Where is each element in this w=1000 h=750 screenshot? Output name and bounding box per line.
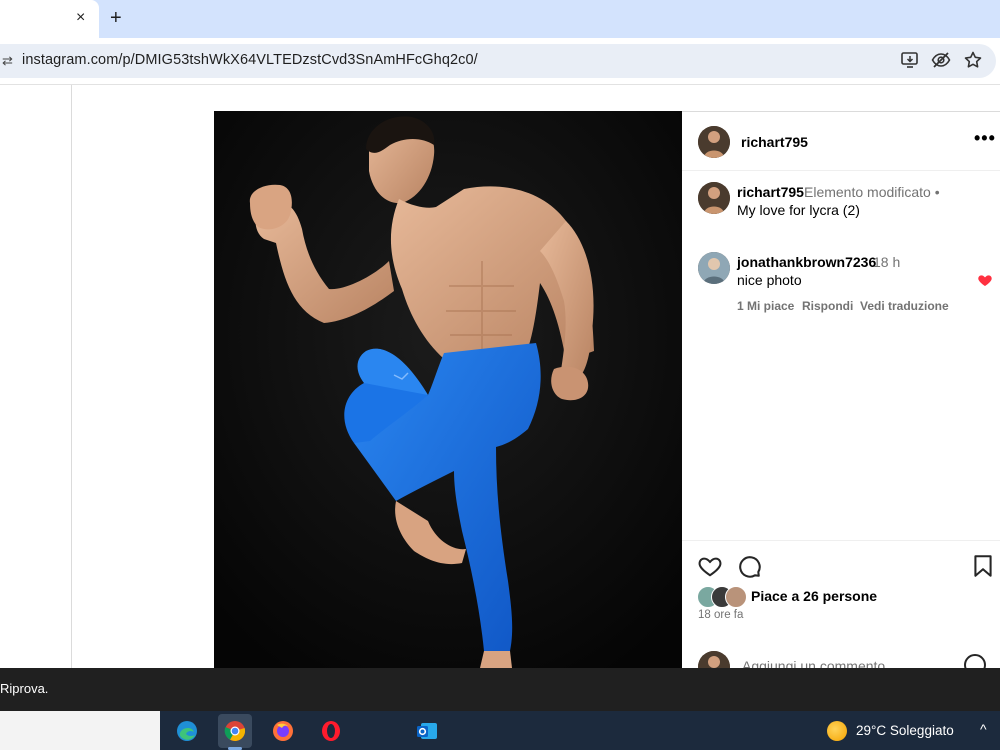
active-tab[interactable]: × bbox=[0, 0, 99, 38]
weather-text[interactable]: 29°C Soleggiato bbox=[856, 723, 954, 738]
comment-avatar[interactable] bbox=[698, 252, 730, 284]
tray-chevron-icon[interactable]: ^ bbox=[980, 721, 987, 737]
author-avatar[interactable] bbox=[698, 126, 730, 158]
edge-app-icon[interactable] bbox=[170, 714, 204, 748]
more-options-icon[interactable]: ••• bbox=[974, 128, 996, 149]
outlook-app-icon[interactable] bbox=[410, 714, 444, 748]
close-tab-icon[interactable]: × bbox=[76, 9, 85, 27]
weather-sun-icon[interactable] bbox=[827, 721, 847, 741]
comment-time: 18 h bbox=[873, 254, 901, 270]
comment-text: nice photo bbox=[737, 272, 802, 288]
sidebar-divider bbox=[71, 85, 72, 668]
tab-strip: × + bbox=[0, 0, 1000, 38]
site-info-icon[interactable]: ⇄ bbox=[2, 53, 13, 69]
taskbar-search[interactable] bbox=[0, 711, 160, 750]
taskbar: 29°C Soleggiato ^ bbox=[0, 711, 1000, 750]
post-detail-panel: richart795 ••• richart795 Elemento modif… bbox=[682, 111, 1000, 683]
toolbar-divider bbox=[0, 84, 1000, 85]
caption-avatar[interactable] bbox=[698, 182, 730, 214]
firefox-app-icon[interactable] bbox=[266, 714, 300, 748]
tracking-protection-icon[interactable] bbox=[931, 50, 951, 70]
bookmark-star-icon[interactable] bbox=[963, 50, 983, 70]
comment-likes[interactable]: 1 Mi piace bbox=[737, 299, 794, 313]
author-username[interactable]: richart795 bbox=[741, 134, 808, 150]
liker-avatars[interactable] bbox=[697, 586, 747, 608]
opera-app-icon[interactable] bbox=[314, 714, 348, 748]
comment-translate-button[interactable]: Vedi traduzione bbox=[860, 299, 949, 313]
comment-username[interactable]: jonathankbrown7236 bbox=[737, 254, 876, 270]
caption-meta: Elemento modificato • bbox=[804, 184, 940, 200]
like-heart-icon[interactable] bbox=[697, 553, 723, 579]
comment-bubble-icon[interactable] bbox=[736, 553, 762, 579]
post-header: richart795 ••• bbox=[682, 112, 1000, 171]
notification-text[interactable]: Riprova. bbox=[0, 681, 48, 696]
post-photo-illustration bbox=[214, 111, 682, 668]
comment-reply-button[interactable]: Rispondi bbox=[802, 299, 853, 313]
likes-count[interactable]: Piace a 26 persone bbox=[751, 588, 877, 604]
post-time: 18 ore fa bbox=[698, 609, 744, 621]
install-app-icon[interactable] bbox=[900, 50, 920, 70]
liker-avatar bbox=[725, 586, 747, 608]
new-tab-button[interactable]: + bbox=[110, 7, 122, 30]
post-photo[interactable] bbox=[214, 111, 682, 668]
comment-liked-heart-icon[interactable] bbox=[977, 272, 993, 288]
actions-divider bbox=[682, 540, 1000, 541]
save-bookmark-icon[interactable] bbox=[970, 553, 996, 579]
url-text[interactable]: instagram.com/p/DMIG53tshWkX64VLTEDzstCv… bbox=[22, 52, 478, 68]
chrome-app-icon[interactable] bbox=[218, 714, 252, 748]
notification-bar: Riprova. bbox=[0, 668, 1000, 711]
browser-toolbar: ⇄ instagram.com/p/DMIG53tshWkX64VLTEDzst… bbox=[0, 38, 1000, 84]
address-bar[interactable]: ⇄ instagram.com/p/DMIG53tshWkX64VLTEDzst… bbox=[0, 44, 996, 78]
caption-text: My love for lycra (2) bbox=[737, 202, 860, 218]
caption-username[interactable]: richart795 bbox=[737, 184, 804, 200]
